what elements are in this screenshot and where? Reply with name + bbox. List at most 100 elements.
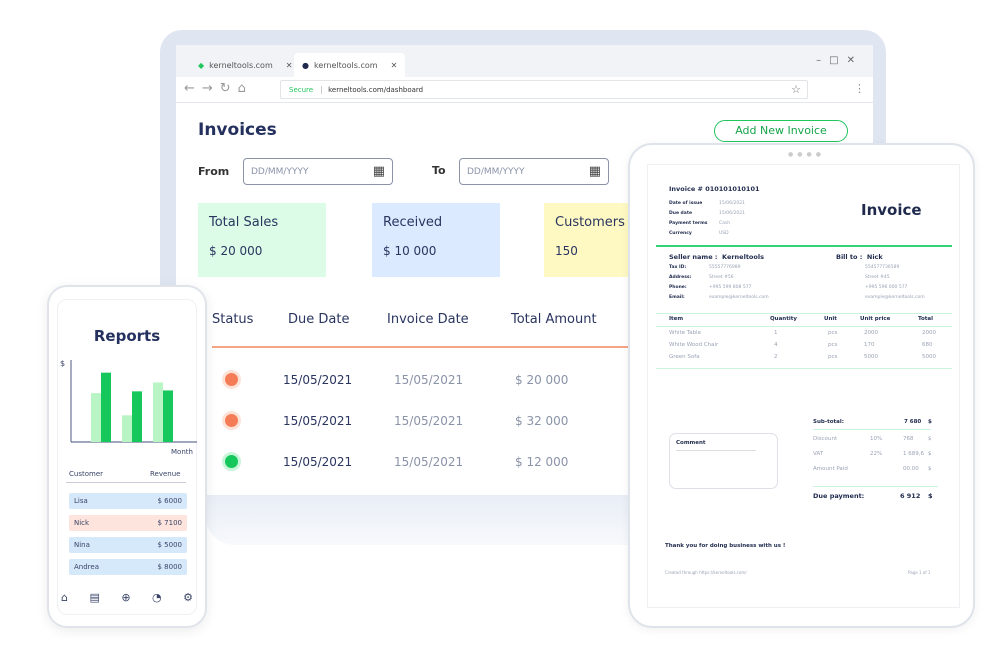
comment-line [676,450,756,451]
meta-value: 15/06/2021 [719,201,745,206]
browser-tab[interactable]: ◆ kerneltools.com ✕ [190,53,300,77]
due-date: 15/05/2021 [283,373,353,387]
item-cell: 2000 [922,330,936,336]
bill-field-value: example@kerneltools.com [865,295,925,300]
chart-bar [122,415,132,442]
browser-tab-active[interactable]: ● kerneltools.com ✕ [294,53,406,77]
y-axis-label: $ [60,359,65,368]
add-invoice-button[interactable]: Add New Invoice [714,120,848,142]
invoice-date: 15/05/2021 [394,414,464,428]
divider [656,245,952,247]
tab-bar: ◆ kerneltools.com ✕ ● kerneltools.com ✕ –□✕ [176,45,873,77]
customer-revenue: $ 5000 [157,541,183,549]
bottom-nav: ⌂ ▤ ⊕ ◔ ⚙ [61,591,193,604]
item-cell: 2000 [864,330,878,336]
calendar-icon[interactable]: ▦ [589,164,601,179]
close-icon[interactable]: ✕ [391,61,398,70]
due-label: Due payment: [813,492,865,500]
invoice-number: Invoice # 010101010101 [669,185,760,193]
window-controls[interactable]: –□✕ [816,55,863,66]
card-value: $ 10 000 [383,244,437,258]
invoice-document: Invoice # 010101010101 Date of issue 15/0… [647,164,960,608]
subtotal-value: 7 680 [904,419,922,425]
customer-name: Nina [74,541,90,549]
seller: Seller name : Kerneltools [669,253,764,261]
item-cell: White Table [669,330,701,336]
seller-field-value: +995 599 808 577 [709,285,752,290]
settings-icon[interactable]: ⚙ [183,591,193,604]
placeholder: DD/MM/YYYY [251,166,309,177]
seller-field-label: Tax ID: [669,265,687,270]
tab-label: kerneltools.com [209,60,273,70]
close-icon[interactable]: ✕ [286,61,293,70]
meta-label: Currency [669,231,692,236]
revenue-chart: $ Month [60,359,197,455]
url-input[interactable]: Secure kerneltools.com/dashboard ☆ [280,80,808,99]
card-received: Received $ 10 000 [372,203,500,277]
customer-row[interactable]: Andrea $ 8000 [69,559,187,575]
bill-field-value: 554577736589 [865,265,900,270]
chart-bar [163,390,173,442]
column-customer: Customer [69,470,104,478]
card-label: Received [383,215,443,230]
x-axis-label: Month [171,448,193,455]
chart-icon[interactable]: ◔ [152,591,162,604]
from-label: From [198,165,230,178]
bill-field-value: +995 596 000 577 [865,285,908,290]
logo-icon: ◆ [198,60,205,70]
status-indicator [222,452,241,471]
comment-box[interactable]: Comment [669,433,778,489]
invoice-date: 15/05/2021 [394,373,464,387]
currency: $ [928,492,933,500]
invoice-date: 15/05/2021 [394,455,464,469]
item-cell: 5000 [922,354,936,360]
customer-name: Nick [74,519,90,527]
page-number: Page 1 of 1 [908,570,931,575]
divider [656,326,952,327]
chart-bar [132,391,142,442]
add-icon[interactable]: ⊕ [121,591,130,604]
seller-field-value: example@kerneltools.com [709,295,769,300]
url-text: kerneltools.com/dashboard [328,85,424,94]
currency: $ [928,451,932,457]
customer-row[interactable]: Nick $ 7100 [69,515,187,531]
seller-field-value: 55557776989 [709,265,741,270]
nav-buttons-icon[interactable]: ←→↻⌂ [184,81,253,96]
item-cell: pcs [828,342,838,348]
star-icon[interactable]: ☆ [791,83,801,96]
item-cell: 2 [774,354,778,360]
logo-icon: ● [302,60,309,70]
home-icon[interactable]: ⌂ [61,591,68,604]
seller-field-label: Email: [669,295,685,300]
divider [813,486,938,487]
status-indicator [222,370,241,389]
to-date-input[interactable]: DD/MM/YYYY ▦ [459,158,609,185]
item-cell: 680 [922,342,933,348]
due-date: 15/05/2021 [283,455,353,469]
adjustment-value: 768 [903,436,914,442]
adjustment-value: 00.00 [903,466,919,472]
chart-bar [153,382,163,442]
from-date-input[interactable]: DD/MM/YYYY ▦ [243,158,393,185]
customer-revenue: $ 6000 [157,497,183,505]
header-divider [212,346,632,348]
item-cell: 170 [864,342,875,348]
item-cell: 1 [774,330,778,336]
customer-row[interactable]: Lisa $ 6000 [69,493,187,509]
column-header: Status [212,312,254,327]
invoice-heading: Invoice [861,201,922,219]
footer-left: Created through https://kerneltools.com/ [665,570,747,575]
subtotal-label: Sub-total: [813,419,844,425]
item-cell: Green Sofa [669,354,700,360]
calendar-icon[interactable]: ▦ [373,164,385,179]
customer-row[interactable]: Nina $ 5000 [69,537,187,553]
item-cell: 5000 [864,354,878,360]
meta-value: Cash [719,221,731,226]
divider [656,368,952,369]
page-title: Invoices [198,120,277,140]
card-total-sales: Total Sales $ 20 000 [198,203,326,277]
to-label: To [432,164,446,177]
document-icon[interactable]: ▤ [89,591,99,604]
menu-icon[interactable]: ⋮ [854,82,865,95]
item-column-header: Unit [824,316,837,322]
